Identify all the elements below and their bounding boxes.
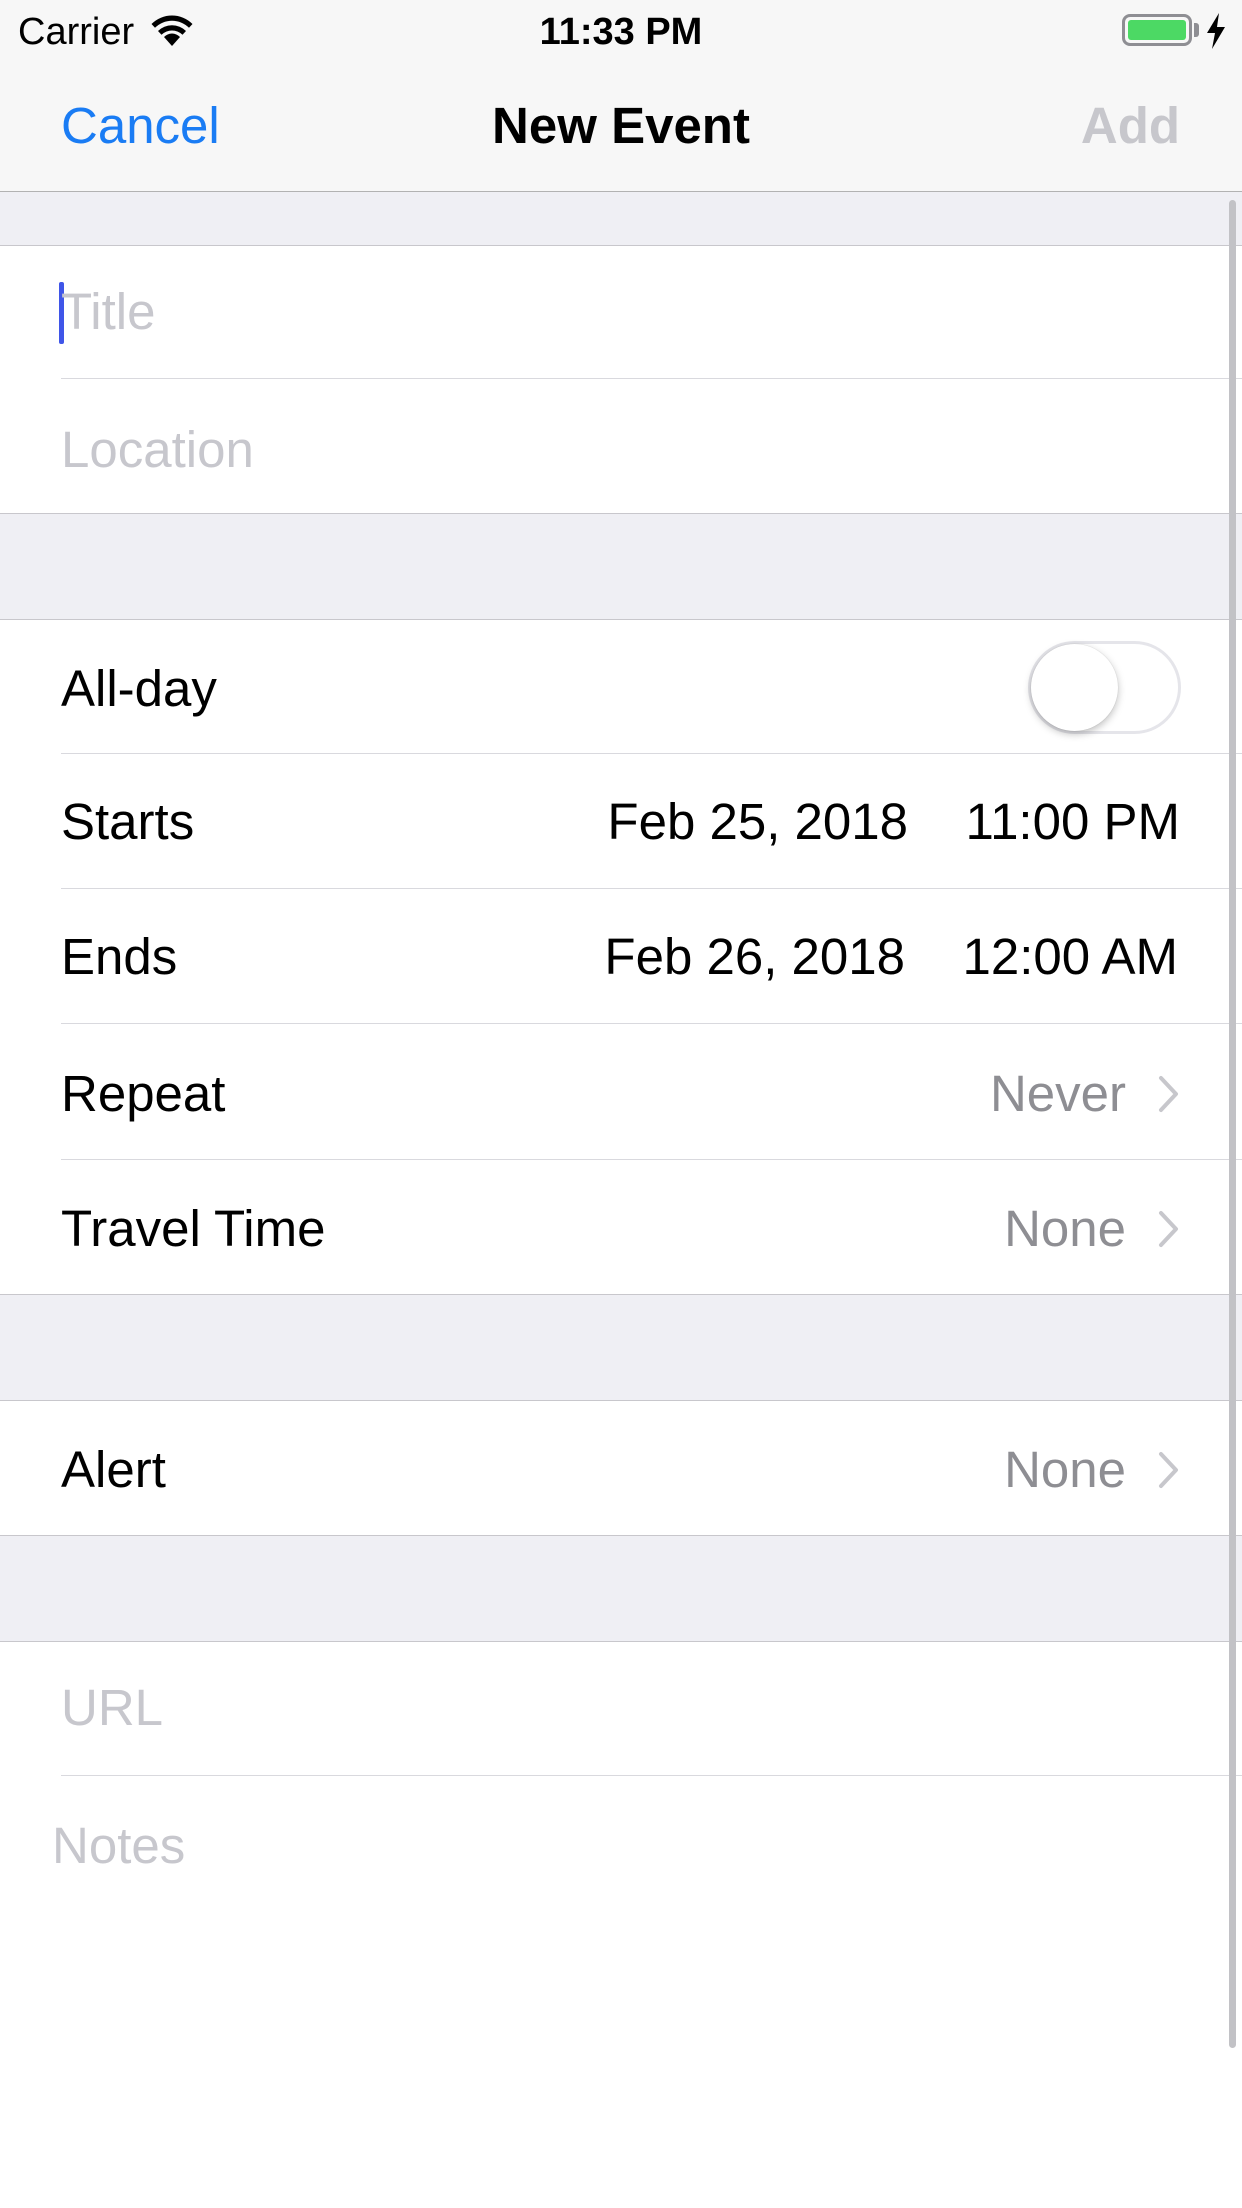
repeat-value[interactable]: Never <box>860 1064 1126 1124</box>
travel-time-value[interactable]: None <box>860 1199 1126 1259</box>
starts-time[interactable]: 11:00 PM <box>920 792 1180 852</box>
chevron-right-icon <box>1159 1076 1178 1112</box>
repeat-label: Repeat <box>61 1065 226 1122</box>
cell-separator <box>61 753 1242 754</box>
url-field[interactable]: URL <box>61 1678 163 1738</box>
status-time: 11:33 PM <box>539 11 703 53</box>
battery-cap <box>1194 23 1199 37</box>
scroll-indicator <box>1229 200 1236 2048</box>
battery-icon <box>1122 14 1192 46</box>
starts-date[interactable]: Feb 25, 2018 <box>560 792 908 852</box>
cell-separator <box>61 1023 1242 1024</box>
starts-label: Starts <box>61 793 195 850</box>
bolt-icon <box>1207 13 1225 49</box>
cell-separator <box>61 888 1242 889</box>
chevron-right-icon <box>1159 1452 1178 1488</box>
section-border <box>0 1400 1242 1401</box>
section-border <box>0 619 1242 620</box>
cell-separator <box>61 378 1242 379</box>
title-field[interactable]: Title <box>61 282 155 342</box>
location-field[interactable]: Location <box>61 420 254 480</box>
alert-label: Alert <box>61 1441 166 1498</box>
section-spacer <box>0 192 1242 245</box>
all-day-toggle[interactable] <box>1028 641 1181 734</box>
notes-field[interactable]: Notes <box>52 1816 185 1876</box>
section-spacer <box>0 514 1242 619</box>
travel-time-label: Travel Time <box>61 1200 326 1257</box>
cell-separator <box>61 1159 1242 1160</box>
section-border <box>0 245 1242 246</box>
alert-value[interactable]: None <box>860 1440 1126 1500</box>
battery-level <box>1128 20 1186 40</box>
section-spacer <box>0 1536 1242 1641</box>
add-button[interactable]: Add <box>1050 96 1180 156</box>
section-border <box>0 1641 1242 1642</box>
toggle-knob <box>1031 644 1118 731</box>
section-spacer <box>0 1295 1242 1400</box>
all-day-label: All-day <box>61 660 217 717</box>
cell-separator <box>61 1775 1242 1776</box>
ends-label: Ends <box>61 928 178 985</box>
ends-date[interactable]: Feb 26, 2018 <box>556 927 905 987</box>
ends-time[interactable]: 12:00 AM <box>910 927 1178 987</box>
chevron-right-icon <box>1159 1211 1178 1247</box>
